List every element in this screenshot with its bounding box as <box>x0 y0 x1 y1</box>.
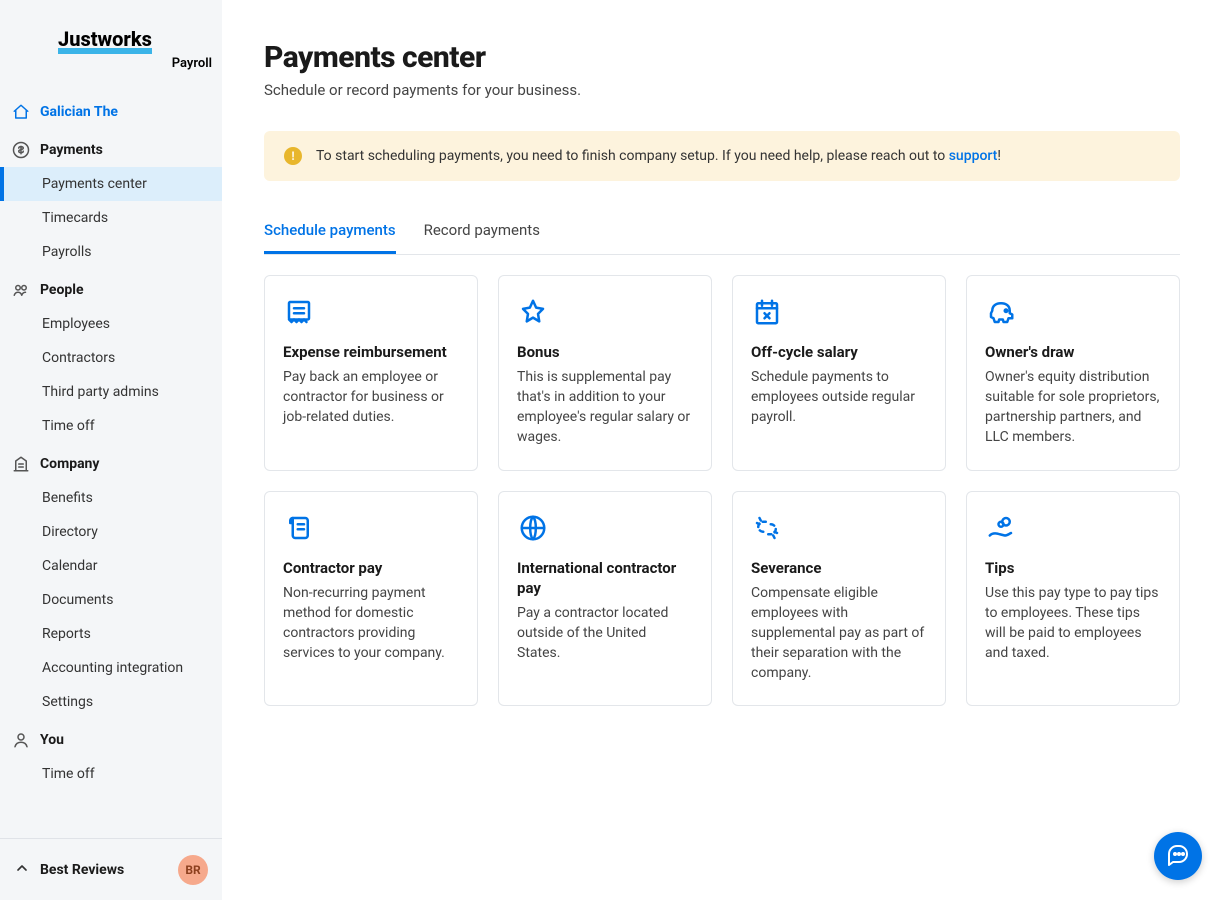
sidebar-item-benefits[interactable]: Benefits <box>0 481 222 515</box>
page-title: Payments center <box>264 40 1180 75</box>
coins-hand-icon <box>985 512 1017 544</box>
tabs: Schedule payments Record payments <box>264 209 1180 255</box>
card-desc: Pay a contractor located outside of the … <box>517 604 693 664</box>
payment-type-grid: Expense reimbursement Pay back an employ… <box>264 275 1180 706</box>
sidebar-section-people[interactable]: People <box>0 273 222 307</box>
receipt-icon <box>283 296 315 328</box>
section-label: Payments <box>40 142 103 158</box>
sidebar-item-contractors[interactable]: Contractors <box>0 341 222 375</box>
card-title: Expense reimbursement <box>283 342 459 362</box>
chat-icon <box>1166 842 1190 870</box>
card-title: Off-cycle salary <box>751 342 927 362</box>
card-desc: Owner's equity distribution suitable for… <box>985 368 1161 448</box>
sidebar-item-payrolls[interactable]: Payrolls <box>0 235 222 269</box>
section-label: People <box>40 282 84 298</box>
tab-record-payments[interactable]: Record payments <box>424 209 540 254</box>
piggy-bank-icon <box>985 296 1017 328</box>
sidebar-section-you[interactable]: You <box>0 723 222 757</box>
star-icon <box>517 296 549 328</box>
dollar-icon <box>12 141 30 159</box>
alert-prefix: To start scheduling payments, you need t… <box>316 148 949 164</box>
sidebar-item-reports[interactable]: Reports <box>0 617 222 651</box>
card-title: Severance <box>751 558 927 578</box>
sidebar-item-calendar[interactable]: Calendar <box>0 549 222 583</box>
card-desc: Compensate eligible employees with suppl… <box>751 584 927 683</box>
sidebar-footer[interactable]: Best Reviews BR <box>0 838 222 900</box>
alert-text: To start scheduling payments, you need t… <box>316 148 1001 164</box>
card-international-contractor-pay[interactable]: International contractor pay Pay a contr… <box>498 491 712 707</box>
brand-sub: Payroll <box>58 56 222 71</box>
card-title: Bonus <box>517 342 693 362</box>
calendar-x-icon <box>751 296 783 328</box>
card-severance[interactable]: Severance Compensate eligible employees … <box>732 491 946 707</box>
scroll-icon <box>283 512 315 544</box>
building-icon <box>12 455 30 473</box>
card-title: Owner's draw <box>985 342 1161 362</box>
avatar: BR <box>178 855 208 885</box>
sidebar-item-payments-center[interactable]: Payments center <box>0 167 222 201</box>
footer-label: Best Reviews <box>40 862 124 878</box>
sidebar-item-time-off-you[interactable]: Time off <box>0 757 222 791</box>
sidebar-item-directory[interactable]: Directory <box>0 515 222 549</box>
home-icon <box>12 103 30 121</box>
sidebar-item-time-off-people[interactable]: Time off <box>0 409 222 443</box>
setup-alert: ! To start scheduling payments, you need… <box>264 131 1180 181</box>
card-desc: Non-recurring payment method for domesti… <box>283 584 459 664</box>
card-tips[interactable]: Tips Use this pay type to pay tips to em… <box>966 491 1180 707</box>
chat-button[interactable] <box>1154 832 1202 880</box>
card-desc: This is supplemental pay that's in addit… <box>517 368 693 448</box>
sidebar-section-payments[interactable]: Payments <box>0 133 222 167</box>
card-off-cycle-salary[interactable]: Off-cycle salary Schedule payments to em… <box>732 275 946 471</box>
user-icon <box>12 731 30 749</box>
card-bonus[interactable]: Bonus This is supplemental pay that's in… <box>498 275 712 471</box>
logo[interactable]: Justworks Payroll <box>0 0 222 95</box>
sidebar-item-timecards[interactable]: Timecards <box>0 201 222 235</box>
card-expense-reimbursement[interactable]: Expense reimbursement Pay back an employ… <box>264 275 478 471</box>
page-subtitle: Schedule or record payments for your bus… <box>264 81 1180 99</box>
chevron-up-icon <box>14 860 30 880</box>
sidebar-section-company[interactable]: Company <box>0 447 222 481</box>
people-icon <box>12 281 30 299</box>
card-title: Tips <box>985 558 1161 578</box>
card-desc: Pay back an employee or contractor for b… <box>283 368 459 428</box>
warning-icon: ! <box>284 147 302 165</box>
card-contractor-pay[interactable]: Contractor pay Non-recurring payment met… <box>264 491 478 707</box>
sidebar-item-settings[interactable]: Settings <box>0 685 222 719</box>
sidebar-item-third-party-admins[interactable]: Third party admins <box>0 375 222 409</box>
brand-name: Justworks <box>58 30 152 54</box>
sidebar-org[interactable]: Galician The <box>0 95 222 129</box>
section-label: You <box>40 732 64 748</box>
card-owners-draw[interactable]: Owner's draw Owner's equity distribution… <box>966 275 1180 471</box>
nav: Galician The Payments Payments center Ti… <box>0 95 222 838</box>
unlink-icon <box>751 512 783 544</box>
card-title: Contractor pay <box>283 558 459 578</box>
sidebar: Justworks Payroll Galician The <box>0 0 222 900</box>
card-desc: Use this pay type to pay tips to employe… <box>985 584 1161 664</box>
globe-icon <box>517 512 549 544</box>
alert-suffix: ! <box>997 148 1001 164</box>
section-label: Company <box>40 456 99 472</box>
tab-schedule-payments[interactable]: Schedule payments <box>264 209 396 254</box>
sidebar-item-employees[interactable]: Employees <box>0 307 222 341</box>
main-content: Payments center Schedule or record payme… <box>222 0 1222 900</box>
sidebar-item-documents[interactable]: Documents <box>0 583 222 617</box>
sidebar-item-accounting-integration[interactable]: Accounting integration <box>0 651 222 685</box>
card-desc: Schedule payments to employees outside r… <box>751 368 927 428</box>
card-title: International contractor pay <box>517 558 693 599</box>
sidebar-org-label: Galician The <box>40 104 118 120</box>
support-link[interactable]: support <box>949 148 998 164</box>
